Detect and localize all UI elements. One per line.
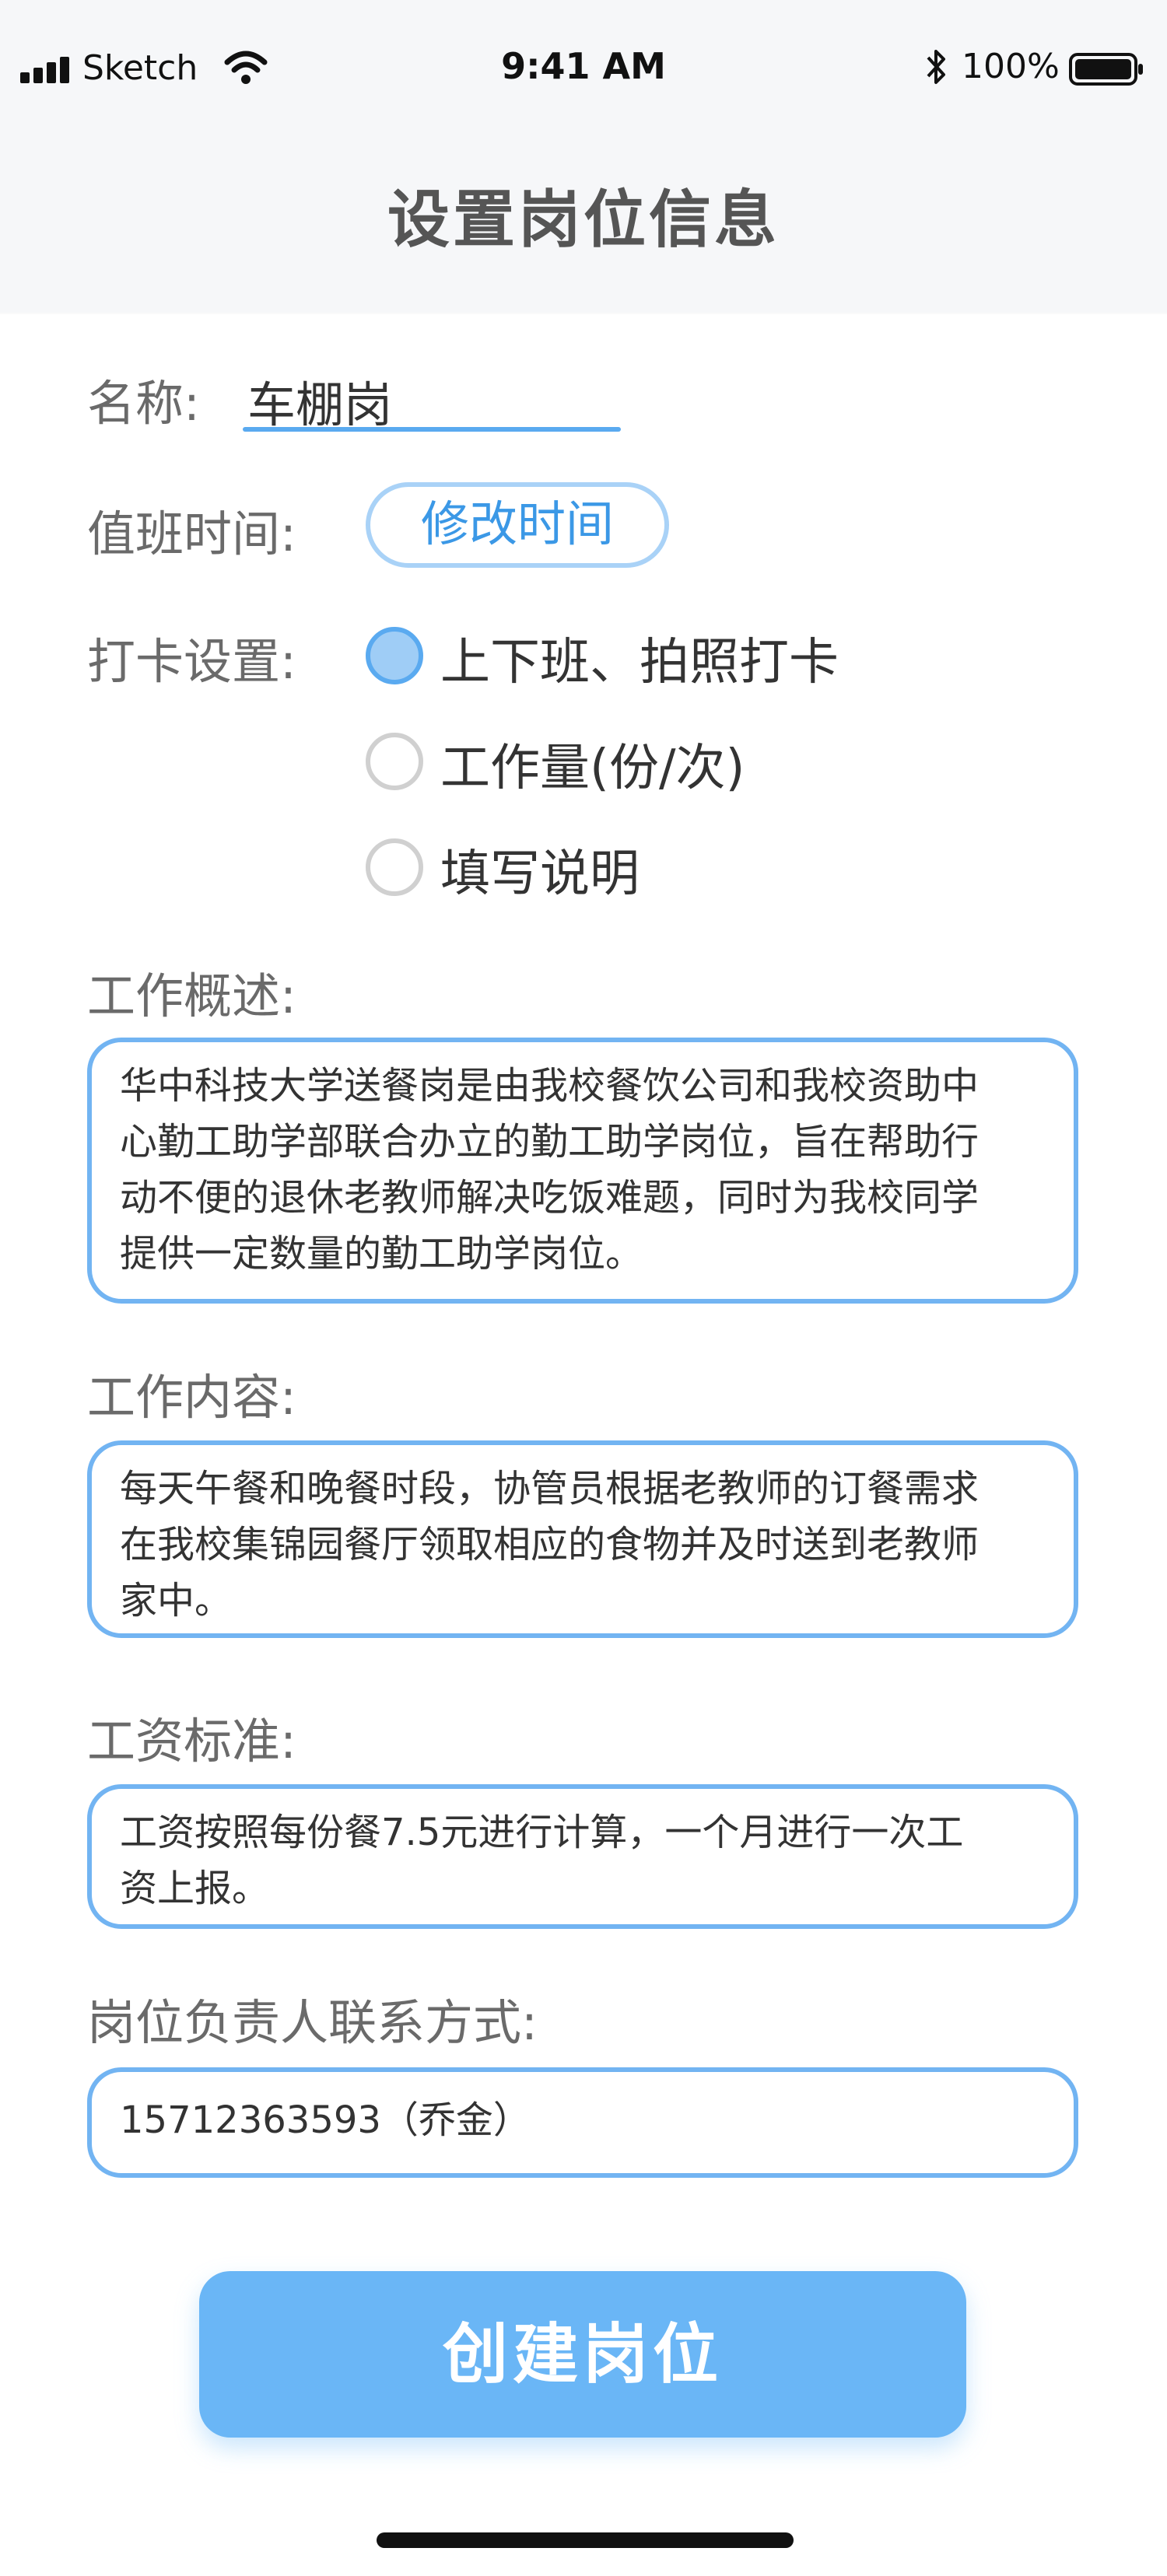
checkin-option-photo[interactable]: 上下班、拍照打卡 (366, 622, 1066, 691)
bluetooth-icon (927, 50, 945, 84)
wage-textarea[interactable]: 工资按照每份餐7.5元进行计算，一个月进行一次工 资上报。 (87, 1784, 1078, 1929)
overview-line: 动不便的退休老教师解决吃饭难题，同时为我校同学 (120, 1176, 980, 1220)
checkin-option-workload[interactable]: 工作量(份/次) (366, 728, 1066, 797)
battery-icon (1069, 53, 1143, 86)
overview-textarea[interactable]: 华中科技大学送餐岗是由我校餐饮公司和我校资助中 心勤工助学部联合办立的勤工助学岗… (87, 1038, 1078, 1304)
status-bar: Sketch 9:41 AM 100% (0, 0, 1167, 137)
edit-time-button[interactable]: 修改时间 (366, 482, 669, 568)
checkin-option-label: 上下班、拍照打卡 (440, 634, 839, 691)
contact-label: 岗位负责人联系方式: (87, 1994, 538, 2051)
content-textarea[interactable]: 每天午餐和晚餐时段，协管员根据老教师的订餐需求 在我校集锦园餐厅领取相应的食物并… (87, 1440, 1078, 1638)
shift-time-label: 值班时间: (87, 506, 296, 562)
overview-line: 心勤工助学部联合办立的勤工助学岗位，旨在帮助行 (120, 1120, 980, 1164)
create-position-button[interactable]: 创建岗位 (199, 2271, 966, 2438)
wage-label: 工资标准: (87, 1713, 296, 1769)
content-line: 每天午餐和晚餐时段，协管员根据老教师的订餐需求 (120, 1467, 980, 1510)
radio-unchecked-icon[interactable] (366, 838, 423, 896)
checkin-label: 打卡设置: (87, 633, 296, 690)
content-label: 工作内容: (87, 1369, 296, 1426)
name-input-underline (243, 427, 621, 432)
checkin-option-description[interactable]: 填写说明 (366, 834, 1066, 903)
contact-value: 15712363593（乔金） (120, 2098, 531, 2142)
name-input[interactable]: 车棚岗 (247, 366, 392, 436)
wage-line: 工资按照每份餐7.5元进行计算，一个月进行一次工 (120, 1811, 964, 1854)
checkin-option-label: 填写说明 (440, 845, 640, 903)
name-label: 名称: (87, 375, 200, 432)
content-line: 在我校集锦园餐厅领取相应的食物并及时送到老教师 (120, 1523, 980, 1566)
overview-label: 工作概述: (87, 968, 296, 1024)
contact-input[interactable]: 15712363593（乔金） (87, 2067, 1078, 2178)
battery-percent: 100% (962, 47, 1060, 86)
radio-unchecked-icon[interactable] (366, 733, 423, 790)
overview-line: 华中科技大学送餐岗是由我校餐饮公司和我校资助中 (120, 1064, 980, 1108)
home-indicator (377, 2532, 794, 2548)
page-title: 设置岗位信息 (387, 184, 780, 256)
content-line: 家中。 (120, 1579, 233, 1622)
overview-line: 提供一定数量的勤工助学岗位。 (120, 1232, 643, 1276)
wage-line: 资上报。 (120, 1867, 270, 1910)
radio-checked-icon[interactable] (366, 627, 423, 684)
top-area: Sketch 9:41 AM 100% 设置岗位信息 (0, 0, 1167, 313)
checkin-option-label: 工作量(份/次) (440, 740, 745, 797)
